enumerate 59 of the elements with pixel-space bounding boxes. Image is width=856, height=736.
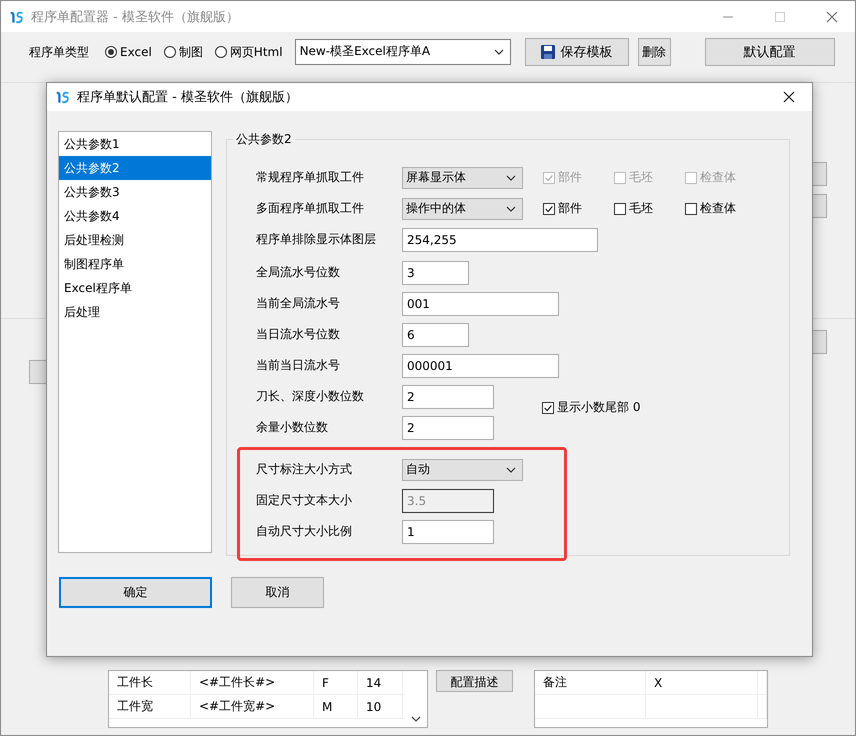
category-item[interactable]: 后处理 (59, 300, 211, 324)
field-label: 当前全局流水号 (256, 295, 341, 312)
category-item[interactable]: Excel程序单 (59, 276, 211, 300)
table-cell: M (314, 695, 358, 718)
radio-button[interactable]: 制图 (164, 44, 203, 60)
dialog-title: 程序单默认配置 - 模圣软件（旗舰版） (77, 89, 299, 106)
radio-button[interactable]: 网页Html (214, 44, 283, 60)
radio-button[interactable]: Excel (105, 45, 152, 59)
field-label: 固定尺寸文本大小 (256, 492, 353, 509)
default-config-button[interactable]: 默认配置 (704, 38, 835, 66)
field-label: 程序单排除显示体图层 (256, 231, 377, 248)
category-item[interactable]: 公共参数2 (59, 156, 211, 180)
table-cell: F (314, 671, 358, 694)
input-field[interactable]: 1 (402, 520, 494, 544)
category-item[interactable]: 制图程序单 (59, 252, 211, 276)
table-cell: 工件宽 (109, 695, 191, 718)
category-item[interactable]: 后处理检测 (59, 228, 211, 252)
dropdown[interactable]: 屏幕显示体 (402, 166, 523, 188)
delete-button[interactable]: 删除 (638, 38, 671, 66)
category-item[interactable]: 公共参数4 (59, 204, 211, 228)
table-cell: 工件长 (109, 671, 191, 694)
save-button[interactable]: 保存模板 (524, 38, 629, 66)
table-cell: 14 (358, 671, 403, 694)
ok-button[interactable]: 确定 (59, 577, 212, 608)
field-label: 自动尺寸大小比例 (256, 523, 353, 540)
type-label: 程序单类型 (29, 44, 89, 60)
field-label: 余量小数位数 (256, 419, 329, 436)
table-cell: <#工件宽#> (191, 695, 314, 718)
category-item[interactable]: 公共参数1 (59, 132, 211, 156)
input-field[interactable]: 6 (402, 322, 469, 346)
checkbox[interactable]: 显示小数尾部 0 (542, 399, 640, 416)
dropdown[interactable]: 操作中的体 (402, 198, 523, 220)
checkbox[interactable]: 毛坯 (614, 200, 685, 217)
cancel-button[interactable]: 取消 (231, 577, 324, 608)
table-cell: 备注 (535, 671, 646, 694)
group-title: 公共参数2 (233, 131, 295, 148)
category-item[interactable]: 公共参数3 (59, 180, 211, 204)
field-label: 当前当日流水号 (256, 357, 341, 374)
describe-button[interactable]: 配置描述 (436, 670, 513, 692)
table-cell: X (646, 671, 758, 694)
checkbox[interactable]: 部件 (543, 200, 614, 217)
field-label: 全局流水号位数 (256, 264, 341, 281)
input-field[interactable]: 3 (402, 260, 469, 284)
checkbox[interactable]: 检查体 (685, 200, 756, 217)
input-field[interactable]: 001 (402, 292, 559, 316)
field-label: 当日流水号位数 (256, 326, 341, 343)
input-field[interactable]: 254,255 (402, 228, 598, 252)
dropdown[interactable]: 自动 (402, 458, 523, 480)
input-field[interactable]: 000001 (402, 354, 559, 378)
table-cell: <#工件长#> (191, 671, 314, 694)
input-field[interactable]: 2 (402, 384, 494, 408)
field-label: 多面程序单抓取工件 (256, 200, 365, 217)
template-dropdown[interactable]: New-模圣Excel程序单A (294, 39, 511, 65)
field-label: 常规程序单抓取工件 (256, 169, 365, 186)
input-field[interactable]: 2 (402, 416, 494, 440)
field-label: 尺寸标注大小方式 (256, 461, 353, 478)
field-label: 刀长、深度小数位数 (256, 388, 365, 405)
table-cell: 10 (358, 695, 403, 718)
window-title: 程序单配置器 - 模圣软件（旗舰版） (31, 8, 240, 26)
